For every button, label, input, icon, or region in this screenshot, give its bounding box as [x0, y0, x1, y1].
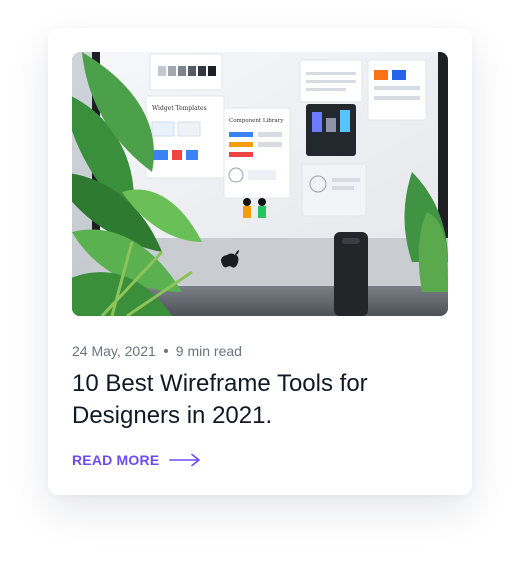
blog-card: Widget Templates Component Library 24 Ma…	[48, 28, 472, 495]
read-more-link[interactable]: READ MORE	[72, 452, 201, 468]
post-date: 24 May, 2021	[72, 343, 156, 359]
svg-text:Widget Templates: Widget Templates	[152, 105, 207, 112]
separator-dot-icon	[163, 349, 168, 353]
svg-text:Component Library: Component Library	[229, 118, 284, 124]
post-meta: 24 May, 2021 9 min read	[72, 341, 242, 361]
arrow-right-icon	[169, 453, 201, 467]
read-time: 9 min read	[175, 343, 242, 359]
post-title[interactable]: 10 Best Wireframe Tools for Designers in…	[72, 368, 448, 432]
read-more-label: READ MORE	[72, 452, 160, 468]
article-image[interactable]: Widget Templates Component Library	[72, 52, 448, 316]
